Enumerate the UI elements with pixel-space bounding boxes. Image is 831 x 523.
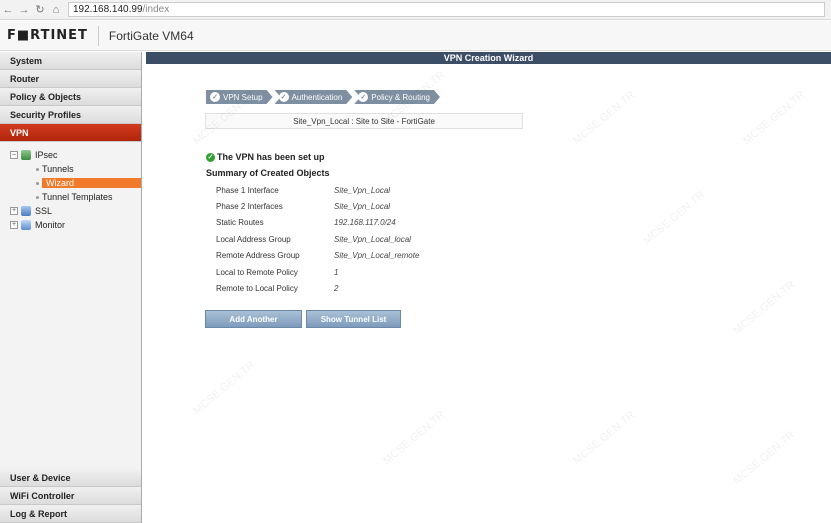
watermark-text: MCSE.GEN.TR bbox=[731, 428, 798, 488]
summary-row: Phase 2 Interfaces Site_Vpn_Local bbox=[216, 198, 419, 214]
watermark-text: MCSE.GEN.TR bbox=[571, 88, 638, 148]
status-line: ✓ The VPN has been set up bbox=[206, 152, 419, 162]
tree-item-ipsec[interactable]: – IPsec bbox=[10, 148, 141, 162]
tree-item-tunnels[interactable]: Tunnels bbox=[10, 162, 141, 176]
watermark-text: MCSE.GEN.TR bbox=[741, 88, 808, 148]
header-divider bbox=[97, 25, 99, 46]
summary-label: Remote Address Group bbox=[216, 251, 300, 261]
tree-item-ssl[interactable]: + SSL bbox=[10, 204, 141, 218]
sidebar-bottom-menu: User & Device WiFi Controller Log & Repo… bbox=[0, 469, 141, 523]
summary-row: Static Routes 192.168.117.0/24 bbox=[216, 215, 419, 231]
browser-toolbar: ← → ↻ ⌂ 192.168.140.99/index bbox=[0, 0, 831, 20]
summary-label: Remote to Local Policy bbox=[216, 284, 298, 294]
summary-label: Local Address Group bbox=[216, 234, 291, 244]
add-another-button[interactable]: Add Another bbox=[205, 310, 302, 328]
step-label: Policy & Routing bbox=[371, 92, 430, 102]
summary-table: Phase 1 Interface Site_Vpn_Local Phase 2… bbox=[216, 182, 419, 297]
ssl-icon bbox=[21, 206, 31, 216]
bullet-icon bbox=[36, 167, 39, 171]
step-label: VPN Setup bbox=[223, 92, 263, 102]
forward-icon[interactable]: → bbox=[16, 2, 32, 18]
reload-icon[interactable]: ↻ bbox=[32, 2, 48, 18]
summary-row: Local to Remote Policy 1 bbox=[216, 264, 419, 280]
summary-label: Static Routes bbox=[216, 218, 264, 228]
summary-row: Remote Address Group Site_Vpn_Local_remo… bbox=[216, 248, 419, 264]
page-title: VPN Creation Wizard bbox=[146, 52, 831, 64]
vpn-tree: – IPsec Tunnels Wizard Tunnel Templates … bbox=[0, 142, 141, 232]
watermark-text: MCSE.GEN.TR bbox=[191, 358, 258, 418]
sidebar-item-user-device[interactable]: User & Device bbox=[0, 469, 141, 487]
product-name: FortiGate VM64 bbox=[108, 28, 194, 43]
summary-value: Site_Vpn_Local_remote bbox=[334, 251, 420, 261]
tree-item-tunnel-templates-label: Tunnel Templates bbox=[42, 192, 113, 202]
success-check-icon: ✓ bbox=[206, 152, 215, 162]
sidebar: System Router Policy & Objects Security … bbox=[0, 52, 142, 523]
summary-row: Local Address Group Site_Vpn_Local_local bbox=[216, 231, 419, 247]
sidebar-item-wifi-controller[interactable]: WiFi Controller bbox=[0, 487, 141, 505]
result-section: ✓ The VPN has been set up Summary of Cre… bbox=[206, 152, 419, 297]
summary-value: 1 bbox=[334, 267, 339, 277]
wizard-steps: ✓ VPN Setup ✓ Authentication ✓ Policy & … bbox=[206, 90, 442, 104]
check-icon: ✓ bbox=[210, 92, 220, 102]
sidebar-item-security-profiles[interactable]: Security Profiles bbox=[0, 106, 141, 124]
check-icon: ✓ bbox=[279, 92, 289, 102]
summary-row: Phase 1 Interface Site_Vpn_Local bbox=[216, 182, 419, 198]
summary-value: Site_Vpn_Local bbox=[334, 202, 391, 212]
app-header: F■RTINET FortiGate VM64 bbox=[0, 21, 831, 51]
url-path: /index bbox=[142, 4, 170, 15]
summary-value: 192.168.117.0/24 bbox=[334, 218, 396, 228]
address-bar[interactable]: 192.168.140.99/index bbox=[68, 2, 825, 17]
tree-item-monitor[interactable]: + Monitor bbox=[10, 218, 141, 232]
ipsec-icon bbox=[21, 150, 31, 160]
sidebar-item-system[interactable]: System bbox=[0, 52, 141, 70]
summary-value: 2 bbox=[334, 284, 339, 294]
wizard-subtitle: Site_Vpn_Local : Site to Site - FortiGat… bbox=[205, 113, 523, 129]
summary-label: Phase 1 Interface bbox=[216, 185, 279, 195]
tree-item-tunnel-templates[interactable]: Tunnel Templates bbox=[10, 190, 141, 204]
bullet-icon bbox=[36, 181, 39, 185]
monitor-icon bbox=[21, 220, 31, 230]
collapse-icon[interactable]: – bbox=[10, 151, 18, 159]
step-authentication: ✓ Authentication bbox=[275, 90, 353, 104]
main-panel: VPN Creation Wizard ✓ VPN Setup ✓ Authen… bbox=[146, 52, 831, 523]
expand-icon[interactable]: + bbox=[10, 221, 18, 229]
tree-item-tunnels-label: Tunnels bbox=[42, 164, 74, 174]
bullet-icon bbox=[36, 195, 39, 199]
tree-item-wizard-label: Wizard bbox=[41, 178, 141, 188]
tree-item-ipsec-label: IPsec bbox=[35, 150, 58, 160]
sidebar-item-router[interactable]: Router bbox=[0, 70, 141, 88]
summary-value: Site_Vpn_Local bbox=[334, 185, 391, 195]
check-icon: ✓ bbox=[358, 92, 368, 102]
watermark-text: MCSE.GEN.TR bbox=[641, 188, 708, 248]
step-policy-routing: ✓ Policy & Routing bbox=[354, 90, 440, 104]
summary-label: Local to Remote Policy bbox=[216, 267, 298, 277]
summary-value: Site_Vpn_Local_local bbox=[334, 234, 411, 244]
action-buttons: Add Another Show Tunnel List bbox=[205, 310, 405, 328]
home-icon[interactable]: ⌂ bbox=[48, 2, 64, 18]
tree-item-ssl-label: SSL bbox=[35, 206, 53, 216]
watermark-text: MCSE.GEN.TR bbox=[381, 408, 448, 468]
summary-label: Phase 2 Interfaces bbox=[216, 202, 283, 212]
tree-item-wizard[interactable]: Wizard bbox=[10, 176, 141, 190]
back-icon[interactable]: ← bbox=[0, 2, 16, 18]
fortinet-logo: F■RTINET bbox=[7, 28, 88, 43]
sidebar-top-menu: System Router Policy & Objects Security … bbox=[0, 52, 141, 142]
watermark-text: MCSE.GEN.TR bbox=[571, 408, 638, 468]
sidebar-item-log-report[interactable]: Log & Report bbox=[0, 505, 141, 523]
step-vpn-setup: ✓ VPN Setup bbox=[206, 90, 273, 104]
tree-item-monitor-label: Monitor bbox=[35, 220, 66, 230]
expand-icon[interactable]: + bbox=[10, 207, 18, 215]
summary-title: Summary of Created Objects bbox=[206, 168, 330, 178]
url-host: 192.168.140.99 bbox=[73, 4, 143, 15]
status-text: The VPN has been set up bbox=[217, 152, 325, 162]
sidebar-item-policy-objects[interactable]: Policy & Objects bbox=[0, 88, 141, 106]
step-label: Authentication bbox=[291, 92, 343, 102]
show-tunnel-list-button[interactable]: Show Tunnel List bbox=[306, 310, 401, 328]
sidebar-item-vpn[interactable]: VPN bbox=[0, 124, 141, 142]
watermark-text: MCSE.GEN.TR bbox=[731, 278, 798, 338]
summary-row: Remote to Local Policy 2 bbox=[216, 280, 419, 296]
